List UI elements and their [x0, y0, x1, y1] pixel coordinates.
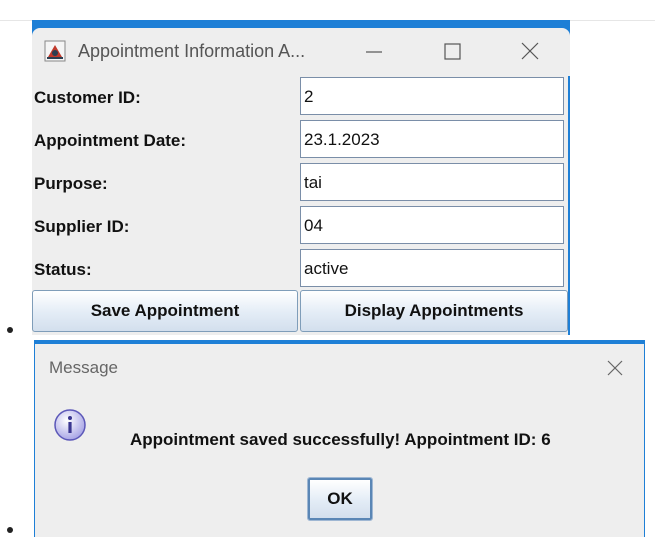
form-row-status: Status: active	[32, 248, 568, 289]
appointment-date-label: Appointment Date:	[34, 131, 187, 150]
close-icon[interactable]	[603, 356, 627, 380]
status-field[interactable]: active	[300, 249, 564, 287]
message-dialog: Message Appointment saved successfully! …	[34, 340, 645, 537]
display-appointments-button[interactable]: Display Appointments	[300, 290, 568, 332]
form-row-purpose: Purpose: tai	[32, 162, 568, 203]
form-panel: Customer ID: 2 Appointment Date: 23.1.20…	[32, 76, 568, 335]
appointment-window: Appointment Information A... Customer ID…	[32, 20, 570, 335]
status-label: Status:	[34, 260, 92, 279]
java-app-icon	[44, 40, 66, 62]
close-icon[interactable]	[510, 38, 550, 66]
appointment-date-field[interactable]: 23.1.2023	[300, 120, 564, 158]
info-icon	[54, 409, 86, 441]
message-content: Appointment saved successfully! Appointm…	[35, 392, 644, 537]
background-bullet	[7, 527, 13, 533]
minimize-icon[interactable]	[354, 38, 394, 66]
background-bullet	[7, 327, 13, 333]
button-row: Save Appointment Display Appointments	[32, 290, 568, 333]
message-text: Appointment saved successfully! Appointm…	[130, 430, 551, 449]
form-row-appointment-date: Appointment Date: 23.1.2023	[32, 119, 568, 160]
message-dialog-title: Message	[49, 358, 118, 377]
form-row-supplier-id: Supplier ID: 04	[32, 205, 568, 246]
purpose-label: Purpose:	[34, 174, 108, 193]
form-row-customer-id: Customer ID: 2	[32, 76, 568, 117]
message-dialog-body: Message Appointment saved successfully! …	[35, 344, 644, 537]
ok-button[interactable]: OK	[307, 477, 373, 521]
maximize-icon[interactable]	[432, 38, 472, 66]
window-title: Appointment Information A...	[78, 41, 306, 61]
save-appointment-button[interactable]: Save Appointment	[32, 290, 298, 332]
window-border	[568, 76, 570, 335]
purpose-field[interactable]: tai	[300, 163, 564, 201]
supplier-id-field[interactable]: 04	[300, 206, 564, 244]
customer-id-field[interactable]: 2	[300, 77, 564, 115]
customer-id-label: Customer ID:	[34, 88, 141, 107]
supplier-id-label: Supplier ID:	[34, 217, 130, 236]
title-bar[interactable]: Appointment Information A...	[32, 28, 570, 76]
